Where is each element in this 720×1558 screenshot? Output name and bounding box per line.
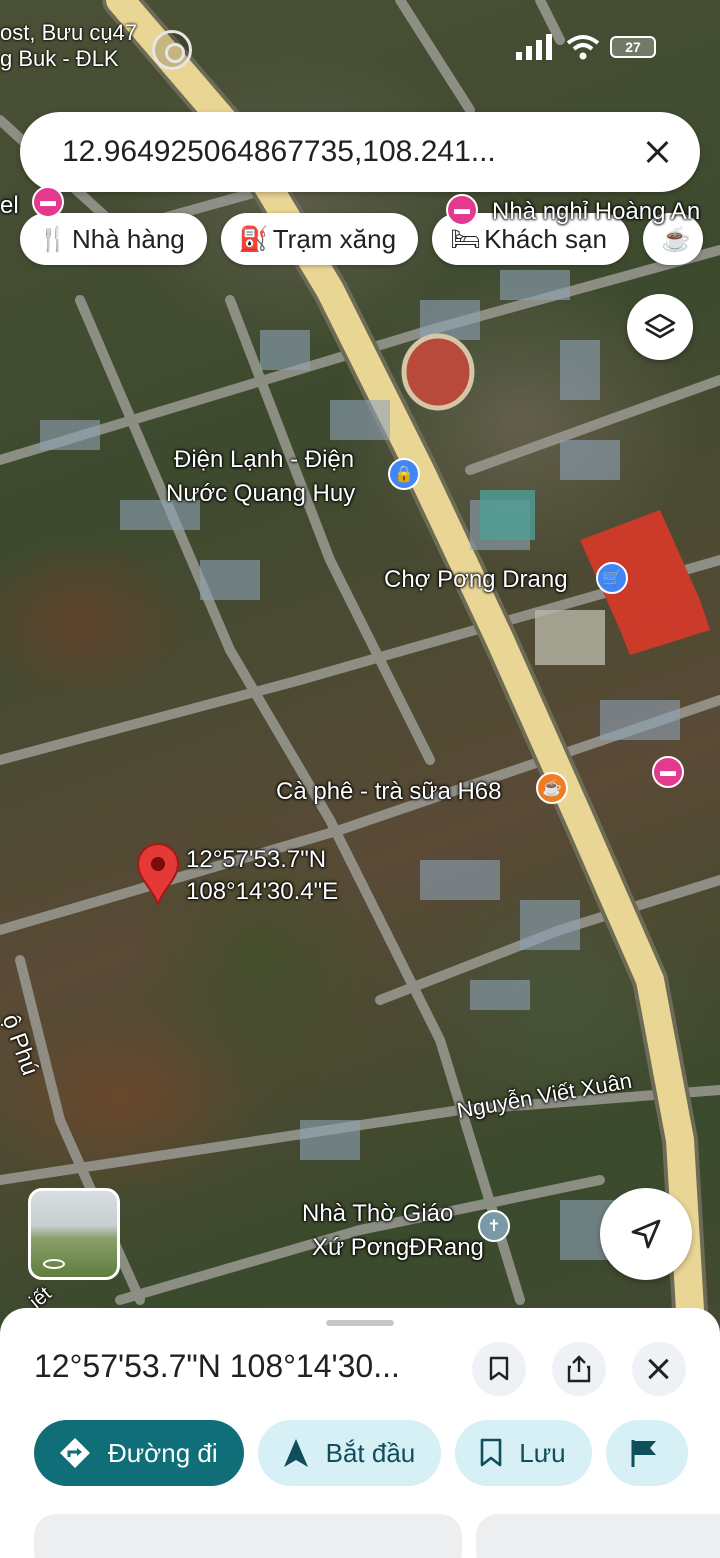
sync-icon	[152, 30, 192, 70]
bookmark-icon	[489, 1356, 509, 1381]
start-button[interactable]: Bắt đầu	[257, 1420, 442, 1486]
my-location-button[interactable]	[600, 1188, 692, 1280]
save-bookmark-button[interactable]	[472, 1342, 526, 1396]
location-pin-icon[interactable]	[136, 842, 180, 911]
chip-gas-station[interactable]: ⛽ Trạm xăng	[220, 213, 419, 265]
signal-icon	[516, 34, 552, 60]
place-title: 12°57'53.7"N 108°14'30...	[34, 1348, 400, 1384]
search-bar[interactable]: 12.964925064867735,108.241...	[20, 112, 700, 192]
close-sheet-button[interactable]	[632, 1342, 686, 1396]
save-button[interactable]: Lưu	[455, 1420, 592, 1486]
share-button[interactable]	[552, 1342, 606, 1396]
bookmark-icon	[480, 1438, 502, 1467]
directions-label: Đường đi	[108, 1437, 218, 1468]
close-icon	[644, 1354, 674, 1384]
chip-label: Khách sạn	[484, 223, 607, 254]
cafe-poi-icon[interactable]: ☕	[536, 772, 568, 804]
chip-label: Trạm xăng	[272, 223, 397, 254]
status-location-line2: g Buk - ĐLK	[0, 46, 119, 71]
status-location-line1: ost, Bưu cụ47	[0, 20, 138, 45]
restaurant-icon: 🍴	[38, 225, 68, 253]
hotel-poi-icon[interactable]: ▬	[652, 756, 684, 788]
church-poi-icon[interactable]: ✝	[478, 1210, 510, 1242]
label-dien-lanh-line2: Nước Quang Huy	[166, 480, 356, 507]
status-indicators: 27	[516, 34, 656, 60]
label-cho-pong-drang: Chợ Pơng Drang	[384, 566, 568, 593]
info-card[interactable]	[476, 1514, 720, 1558]
label-dien-lanh-line1: Điện Lạnh - Điện	[174, 446, 355, 473]
market-poi-icon[interactable]: 🛒	[596, 562, 628, 594]
label-hotel-partial-left: el	[0, 192, 19, 219]
flag-button[interactable]	[605, 1420, 688, 1486]
navigation-arrow-icon	[631, 1219, 661, 1249]
label-church-line2: Xứ PơngĐRang	[312, 1234, 484, 1261]
start-label: Bắt đầu	[325, 1437, 416, 1468]
hotel-poi-icon[interactable]: ▬	[446, 194, 478, 226]
cafe-icon: ☕	[660, 225, 691, 253]
label-church-line1: Nhà Thờ Giáo	[302, 1200, 454, 1227]
street-view-360-icon	[43, 1259, 65, 1269]
wifi-icon	[566, 35, 600, 60]
layers-button[interactable]	[627, 294, 693, 360]
gas-station-icon: ⛽	[238, 225, 269, 253]
hotel-poi-icon[interactable]: ▬	[32, 186, 64, 218]
shop-poi-icon[interactable]: 🔒	[388, 458, 420, 490]
pin-longitude-label: 108°14'30.4"E	[186, 878, 339, 905]
search-input[interactable]: 12.964925064867735,108.241...	[62, 135, 640, 169]
street-view-thumbnail[interactable]	[28, 1188, 120, 1280]
layers-icon	[644, 313, 676, 339]
label-cafe-h68: Cà phê - trà sữa H68	[276, 778, 502, 805]
status-bar-overlay: ost, Bưu cụ47 g Buk - ĐLK	[0, 20, 137, 72]
label-hotel-hoang-an: Nhà nghỉ Hoàng An	[492, 198, 701, 225]
place-bottom-sheet[interactable]: 12°57'53.7"N 108°14'30... Đường đi Bắt đ…	[0, 1308, 720, 1558]
sheet-actions: Đường đi Bắt đầu Lưu	[34, 1420, 688, 1486]
chip-restaurant[interactable]: 🍴 Nhà hàng	[20, 213, 207, 265]
battery-icon: 27	[610, 36, 656, 58]
hotel-icon: 🛏	[450, 225, 481, 253]
clear-search-icon[interactable]	[640, 134, 676, 170]
chip-label: Nhà hàng	[72, 223, 185, 254]
directions-button[interactable]: Đường đi	[34, 1420, 244, 1486]
save-label: Lưu	[519, 1437, 566, 1468]
flag-icon	[631, 1440, 656, 1467]
drag-handle[interactable]	[326, 1320, 394, 1326]
pin-latitude-label: 12°57'53.7"N	[186, 846, 327, 873]
info-card[interactable]	[34, 1514, 462, 1558]
navigation-icon	[283, 1439, 308, 1467]
share-icon	[567, 1355, 591, 1383]
directions-icon	[60, 1438, 90, 1468]
